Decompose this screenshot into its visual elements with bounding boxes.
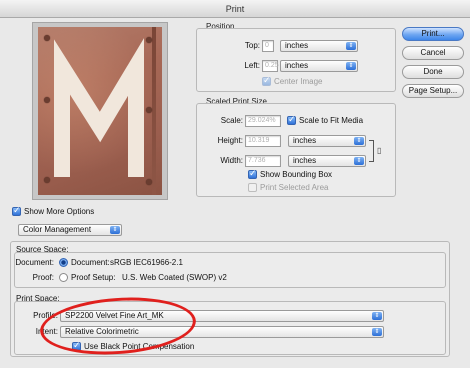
show-bounding-box-label: Show Bounding Box	[260, 170, 333, 179]
letter-m-graphic: M	[54, 38, 144, 177]
center-image-label: Center Image	[274, 77, 323, 86]
height-unit-select[interactable]: inches ⇕	[288, 135, 366, 147]
show-bounding-box-checkbox[interactable]	[248, 168, 257, 179]
black-point-compensation-label: Use Black Point Compensation	[84, 342, 195, 351]
top-unit-select[interactable]: inches ⇕	[280, 40, 358, 52]
options-dropdown[interactable]: Color Management ⇕	[18, 224, 122, 236]
scale-input[interactable]: 29.024%	[245, 115, 281, 127]
done-button[interactable]: Done	[402, 65, 464, 79]
document-label: Document:	[15, 258, 54, 267]
proof-label: Proof:	[32, 273, 54, 282]
document-option-label: Document:	[71, 258, 110, 267]
intent-label: Intent:	[35, 327, 58, 336]
options-dropdown-value: Color Management	[23, 225, 92, 234]
center-image-checkbox[interactable]	[262, 75, 271, 86]
link-icon: ▯	[377, 146, 382, 155]
updown-icon: ⇕	[372, 328, 382, 336]
scale-to-fit-label: Scale to Fit Media	[299, 116, 364, 125]
left-label: Left:	[244, 61, 260, 70]
document-radio[interactable]	[59, 258, 68, 267]
print-selected-area-checkbox[interactable]	[248, 183, 257, 192]
width-unit-select[interactable]: inches ⇕	[288, 155, 366, 167]
profile-select[interactable]: SP2200 Velvet Fine Art_MK ⇕	[60, 310, 384, 322]
show-more-options-label: Show More Options	[24, 207, 95, 216]
height-input[interactable]: 10.319	[245, 135, 281, 147]
intent-value: Relative Colorimetric	[65, 327, 139, 336]
height-unit-value: inches	[293, 136, 317, 145]
updown-icon: ⇕	[346, 42, 356, 50]
cancel-button[interactable]: Cancel	[402, 46, 464, 60]
page-setup-button[interactable]: Page Setup...	[402, 84, 464, 98]
updown-icon: ⇕	[372, 312, 382, 320]
top-label: Top:	[244, 41, 260, 50]
proof-option-label: Proof Setup:	[71, 273, 116, 282]
intent-select[interactable]: Relative Colorimetric ⇕	[60, 326, 384, 338]
scale-to-fit-checkbox[interactable]	[287, 114, 296, 125]
left-unit-select[interactable]: inches ⇕	[280, 60, 358, 72]
profile-value: SP2200 Velvet Fine Art_MK	[65, 311, 164, 320]
proof-radio[interactable]	[59, 273, 68, 282]
print-selected-area-label: Print Selected Area	[260, 183, 329, 192]
left-unit-value: inches	[285, 61, 309, 70]
width-unit-value: inches	[293, 156, 317, 165]
scale-label: Scale:	[220, 116, 243, 125]
document-profile-value: sRGB IEC61966-2.1	[110, 258, 183, 267]
proof-profile-value: U.S. Web Coated (SWOP) v2	[122, 273, 227, 282]
show-more-options-checkbox[interactable]	[12, 205, 21, 216]
print-preview: M	[32, 22, 168, 200]
black-point-compensation-checkbox[interactable]	[72, 340, 81, 351]
print-button[interactable]: Print...	[402, 27, 464, 41]
preview-image: M	[38, 27, 162, 195]
height-label: Height:	[217, 136, 243, 145]
updown-icon: ⇕	[346, 62, 356, 70]
updown-icon: ⇕	[354, 137, 364, 145]
top-unit-value: inches	[285, 41, 309, 50]
top-input[interactable]: 0	[262, 40, 274, 52]
width-label: Width:	[220, 156, 243, 165]
window-title: Print	[0, 0, 470, 18]
profile-label: Profile:	[33, 311, 58, 320]
updown-icon: ⇕	[110, 226, 120, 234]
link-bracket	[369, 140, 374, 162]
width-input[interactable]: 7.736	[245, 155, 281, 167]
left-input[interactable]: 0.25	[262, 60, 279, 72]
updown-icon: ⇕	[354, 157, 364, 165]
